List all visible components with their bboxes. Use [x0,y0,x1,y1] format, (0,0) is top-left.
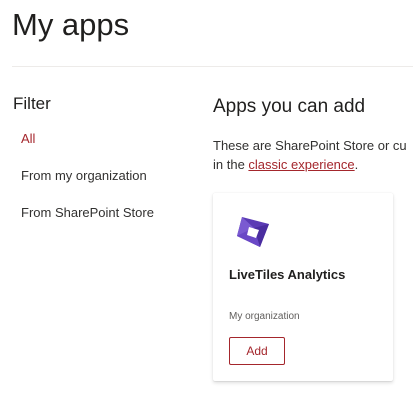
header-divider [12,66,413,67]
filter-item-all[interactable]: All [21,130,35,148]
filter-heading: Filter [13,94,51,113]
description-line-1: These are SharePoint Store or cu [213,138,407,153]
app-card: LiveTiles Analytics My organization Add [213,193,393,381]
apps-you-can-add-heading: Apps you can add [213,96,366,117]
app-source: My organization [229,311,300,322]
filter-item-from-sharepoint-store[interactable]: From SharePoint Store [21,204,154,222]
description-line-2: in the classic experience. [213,155,413,174]
classic-experience-link[interactable]: classic experience [248,157,354,172]
description-prefix: in the [213,157,249,172]
add-button[interactable]: Add [229,337,285,365]
app-name: LiveTiles Analytics [229,267,346,282]
filter-item-from-my-organization[interactable]: From my organization [21,167,147,185]
page-title: My apps [12,7,130,42]
description-suffix: . [354,157,359,172]
livetiles-logo-icon [237,217,269,247]
apps-description: These are SharePoint Store or cu in the … [213,136,413,174]
